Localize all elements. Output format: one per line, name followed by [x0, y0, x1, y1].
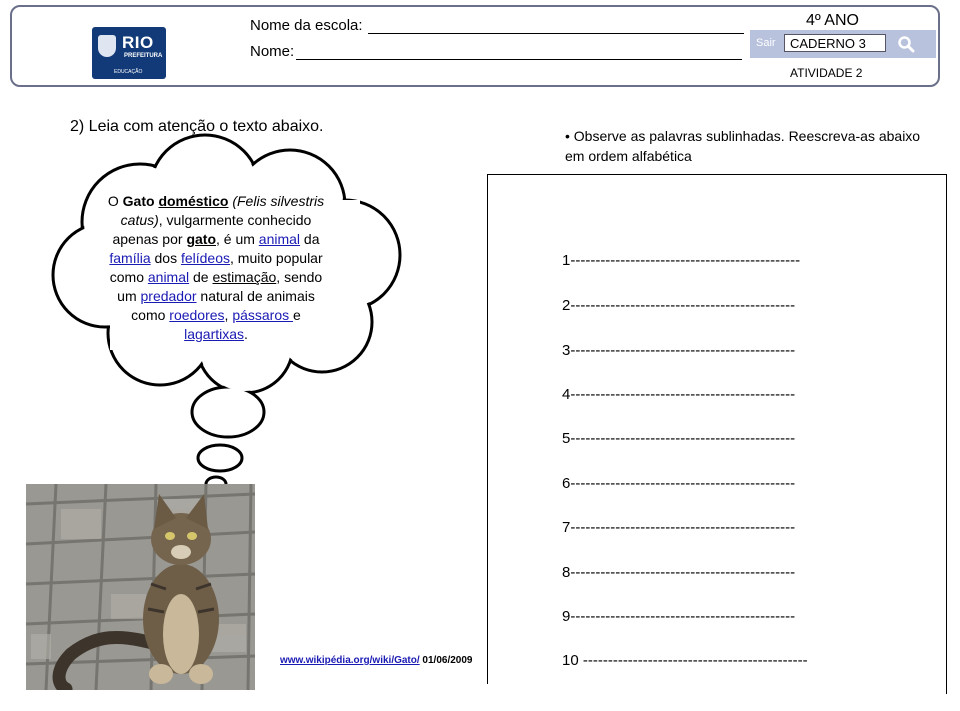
credit-date: 01/06/2009	[419, 655, 473, 666]
answer-box-edge	[946, 174, 947, 694]
activity-label: ATIVIDADE 2	[790, 66, 863, 80]
answer-line-7[interactable]: 7---------------------------------------…	[562, 519, 795, 536]
word-gato: gato	[186, 231, 216, 247]
link-passaros[interactable]: pássaros	[232, 307, 293, 323]
link-predador[interactable]: predador	[141, 288, 197, 304]
credit-link[interactable]: www.wikipédia.org/wiki/Gato/	[280, 655, 420, 666]
answer-line-5[interactable]: 5---------------------------------------…	[562, 430, 795, 447]
cat-photo	[26, 484, 255, 690]
exit-link[interactable]: Sair	[756, 37, 776, 49]
answer-line-4[interactable]: 4---------------------------------------…	[562, 386, 795, 403]
cloud-text: O Gato doméstico (Felis silvestris catus…	[107, 193, 325, 342]
link-animal-2[interactable]: animal	[148, 269, 189, 285]
link-felideos[interactable]: felídeos	[181, 250, 230, 266]
answer-line-3[interactable]: 3---------------------------------------…	[562, 342, 795, 359]
answer-line-10[interactable]: 10 -------------------------------------…	[562, 652, 808, 669]
instruction-text: • Observe as palavras sublinhadas. Reesc…	[565, 128, 921, 164]
word-estimacao: estimação	[212, 269, 277, 285]
answer-line-2[interactable]: 2---------------------------------------…	[562, 297, 795, 314]
answer-line-8[interactable]: 8---------------------------------------…	[562, 564, 795, 581]
answer-line-6[interactable]: 6---------------------------------------…	[562, 475, 795, 492]
grade-label: 4º ANO	[806, 12, 859, 29]
word-domestico: doméstico	[158, 193, 229, 209]
link-lagartixas[interactable]: lagartixas	[184, 326, 244, 342]
link-roedores[interactable]: roedores	[169, 307, 224, 323]
gato-bold: Gato	[122, 193, 155, 209]
search-icon[interactable]	[897, 35, 915, 53]
link-animal[interactable]: animal	[259, 231, 300, 247]
answer-line-1[interactable]: 1---------------------------------------…	[562, 252, 800, 269]
answer-line-9[interactable]: 9---------------------------------------…	[562, 608, 795, 625]
notebook-field[interactable]: CADERNO 3	[784, 34, 886, 52]
link-familia[interactable]: família	[109, 250, 150, 266]
image-credit: www.wikipédia.org/wiki/Gato/ 01/06/2009	[280, 655, 472, 666]
